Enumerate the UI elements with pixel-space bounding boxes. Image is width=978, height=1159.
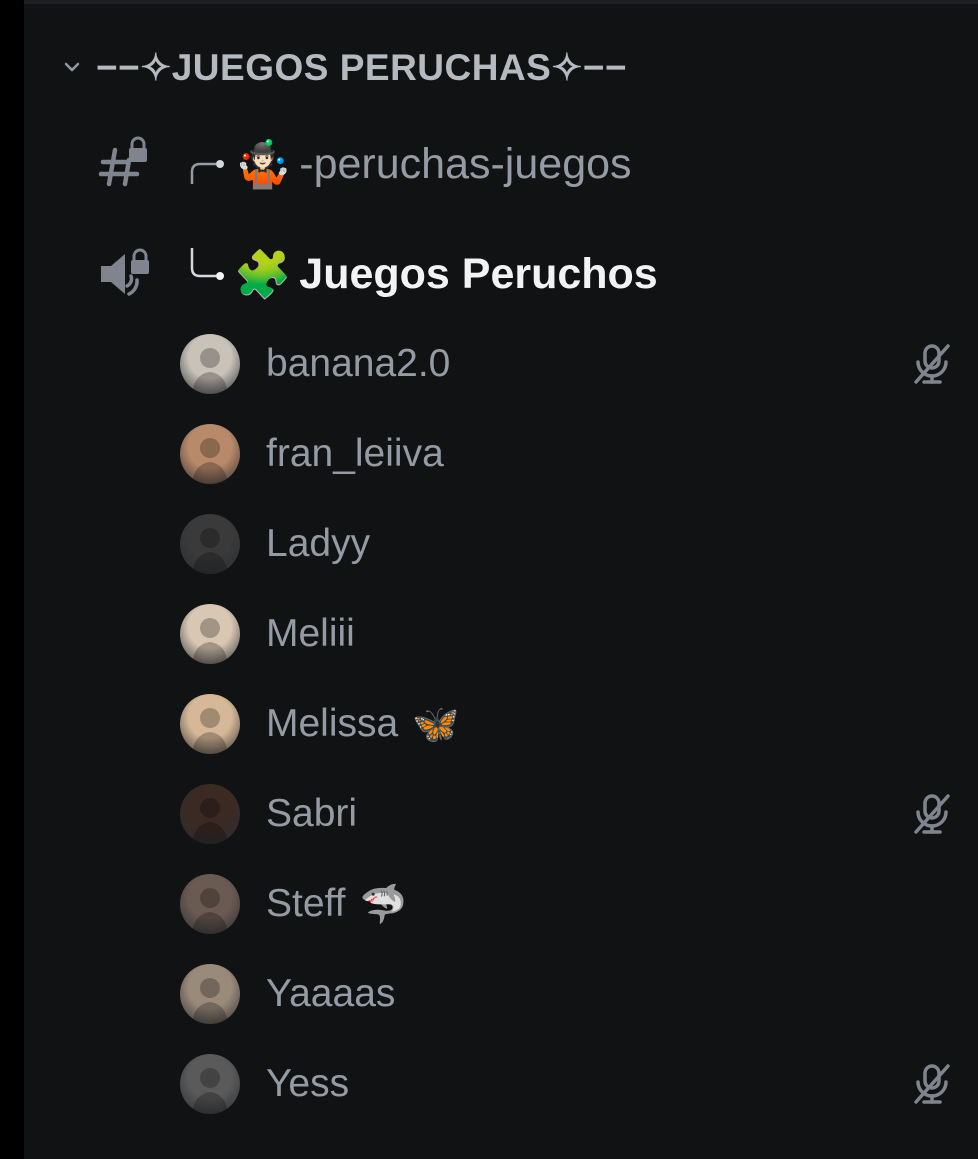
channel-list: −−✧JUEGOS PERUCHAS✧−− 🤹🏻 -peruchas-juego… [24, 4, 978, 1159]
username: Yess [266, 1062, 350, 1105]
channel-label: Juegos Peruchos [299, 249, 658, 298]
channel-emoji: 🤹🏻 [234, 137, 292, 191]
locked-hash-icon [94, 133, 156, 195]
avatar[interactable] [180, 604, 240, 664]
avatar[interactable] [180, 874, 240, 934]
channel-label: -peruchas-juegos [299, 139, 632, 188]
channel-juegos-peruchos[interactable]: 🧩 Juegos Peruchos [94, 234, 974, 314]
avatar[interactable] [180, 784, 240, 844]
channel-emoji: 🧩 [234, 247, 292, 301]
voice-user-row[interactable]: Steff 🦈 [180, 870, 970, 938]
voice-user-row[interactable]: Meliii [180, 600, 970, 668]
username: Melissa [266, 702, 399, 745]
category-name: −−✧JUEGOS PERUCHAS✧−− [96, 46, 628, 88]
thread-connector-icon [190, 160, 224, 184]
username: Sabri [266, 792, 358, 835]
username: Ladyy [266, 522, 371, 565]
voice-user-row[interactable]: Ladyy [180, 510, 970, 578]
thread-connector-icon [190, 248, 224, 280]
username-emoji: 🦋 [412, 702, 460, 746]
username: Meliii [266, 612, 355, 655]
voice-user-row[interactable]: fran_leiiva [180, 420, 970, 488]
channel-peruchas-juegos[interactable]: 🤹🏻 -peruchas-juegos [94, 124, 974, 204]
category-header[interactable]: −−✧JUEGOS PERUCHAS✧−− [60, 44, 627, 90]
avatar[interactable] [180, 1054, 240, 1114]
window-edge [0, 0, 24, 1159]
avatar[interactable] [180, 334, 240, 394]
avatar[interactable] [180, 964, 240, 1024]
username: fran_leiiva [266, 432, 444, 475]
voice-user-row[interactable]: Melissa 🦋 [180, 690, 970, 758]
microphone-muted-icon [910, 792, 954, 836]
username: banana2.0 [266, 342, 451, 385]
avatar[interactable] [180, 694, 240, 754]
microphone-muted-icon [910, 342, 954, 386]
voice-user-row[interactable]: Yess [180, 1050, 970, 1118]
voice-user-row[interactable]: Sabri [180, 780, 970, 848]
microphone-muted-icon [910, 1062, 954, 1106]
username: Steff [266, 882, 346, 925]
avatar[interactable] [180, 514, 240, 574]
username-emoji: 🦈 [359, 882, 407, 926]
voice-user-row[interactable]: Yaaaas [180, 960, 970, 1028]
voice-user-row[interactable]: banana2.0 [180, 330, 970, 398]
avatar[interactable] [180, 424, 240, 484]
username: Yaaaas [266, 972, 396, 1015]
chevron-down-icon[interactable] [60, 55, 84, 79]
locked-speaker-icon [94, 243, 156, 305]
